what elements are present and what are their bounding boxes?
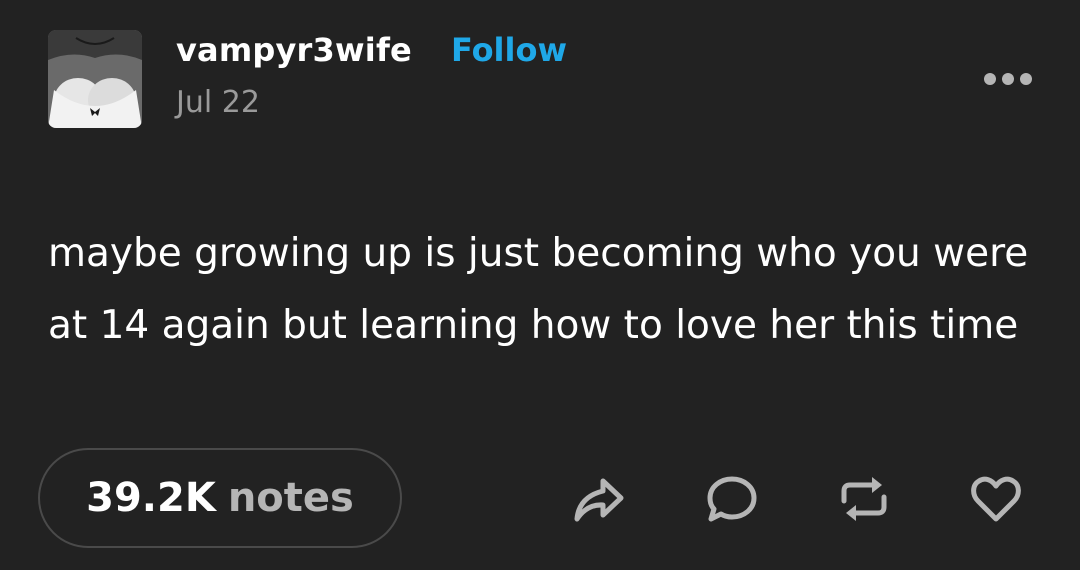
author-username[interactable]: vampyr3wife bbox=[176, 28, 412, 72]
notes-label: notes bbox=[227, 475, 354, 521]
reply-icon bbox=[707, 476, 757, 522]
share-icon bbox=[574, 478, 624, 522]
heart-icon bbox=[971, 476, 1021, 522]
post-card: vampyr3wife Follow Jul 22 maybe growing … bbox=[0, 0, 1080, 570]
notes-button[interactable]: 39.2K notes bbox=[38, 448, 402, 548]
avatar-photo-icon bbox=[48, 30, 142, 128]
post-date: Jul 22 bbox=[176, 85, 260, 120]
follow-button[interactable]: Follow bbox=[451, 28, 567, 72]
reply-button[interactable] bbox=[704, 471, 760, 527]
share-button[interactable] bbox=[571, 471, 627, 527]
avatar[interactable] bbox=[48, 30, 142, 128]
more-horizontal-icon bbox=[984, 73, 1032, 85]
like-button[interactable] bbox=[968, 471, 1024, 527]
more-options-button[interactable] bbox=[982, 66, 1034, 92]
notes-count: 39.2K bbox=[86, 475, 216, 521]
post-body-text: maybe growing up is just becoming who yo… bbox=[48, 231, 1029, 348]
reblog-icon bbox=[841, 477, 887, 521]
reblog-button[interactable] bbox=[836, 471, 892, 527]
